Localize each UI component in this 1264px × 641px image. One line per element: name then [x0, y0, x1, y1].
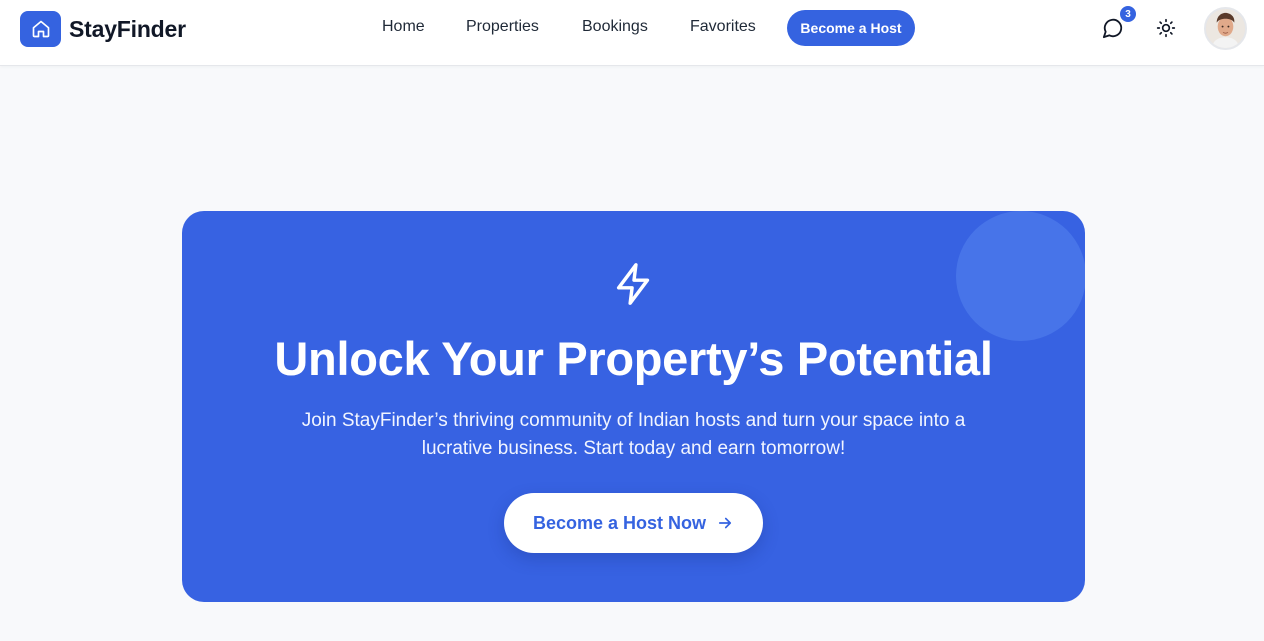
become-host-button[interactable]: Become a Host [787, 10, 915, 46]
become-host-hero: Unlock Your Property’s Potential Join St… [182, 211, 1085, 602]
become-host-now-button[interactable]: Become a Host Now [504, 493, 763, 553]
message-circle-icon [1102, 18, 1123, 39]
nav-link-home[interactable]: Home [382, 18, 425, 36]
user-avatar[interactable] [1204, 7, 1247, 50]
theme-toggle-button[interactable] [1152, 14, 1180, 42]
hero-title: Unlock Your Property’s Potential [274, 332, 993, 385]
sun-icon [1156, 18, 1176, 38]
nav-link-bookings[interactable]: Bookings [582, 18, 648, 36]
nav-link-favorites[interactable]: Favorites [690, 18, 756, 36]
nav-link-properties[interactable]: Properties [466, 18, 539, 36]
lightning-bolt-icon [611, 261, 657, 307]
cta-label: Become a Host Now [532, 512, 707, 533]
top-navbar: StayFinder Home Properties Bookings Favo… [0, 0, 1264, 66]
hero-subtitle: Join StayFinder’s thriving community of … [301, 410, 966, 459]
decorative-circle [956, 211, 1085, 341]
main-nav: Home Properties Bookings Favorites Becom… [0, 0, 1264, 56]
arrow-right-icon [718, 517, 732, 529]
messages-badge: 3 [1120, 6, 1136, 22]
